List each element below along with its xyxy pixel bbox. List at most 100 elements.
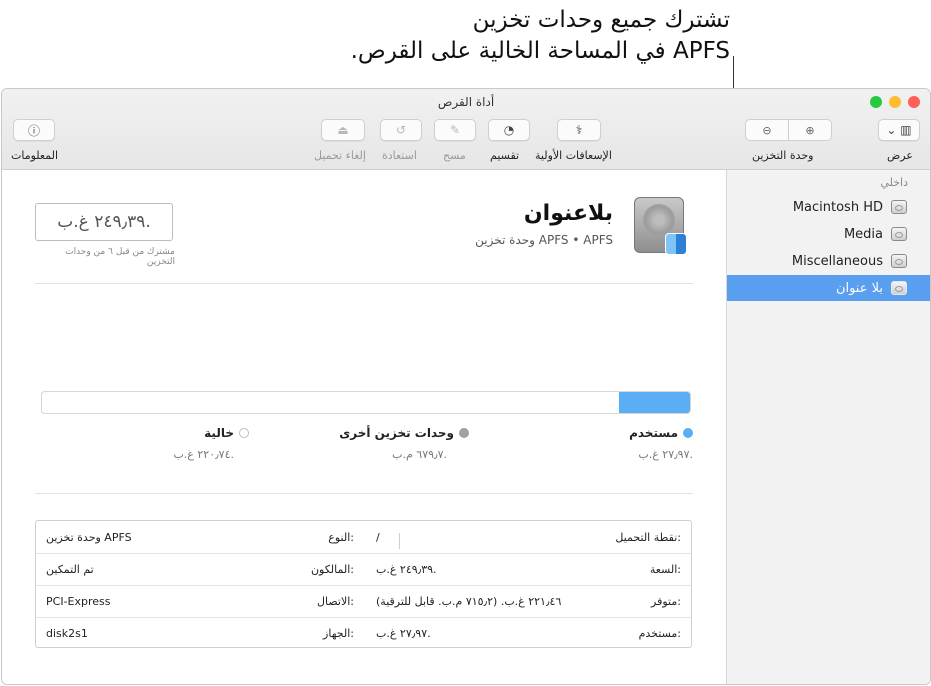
info-key: الاتصال: — [317, 594, 354, 608]
restore-icon: ↺ — [395, 123, 407, 137]
toolbar: أداة القرص ⓘ المعلومات ⏏ إلغاء تحميل ↺ ا… — [2, 89, 930, 170]
sidebar-item-label: Macintosh HD — [792, 199, 883, 215]
eject-icon: ⏏ — [337, 123, 349, 137]
main-content: بلاعنوان وحدة تخزين APFS • APFS ٢٤٩٫٣٩ غ… — [2, 170, 726, 684]
erase-button[interactable]: ✎ — [434, 119, 476, 141]
volume-icon — [891, 281, 907, 295]
legend-other: وحدات تخزين أخرى — [339, 426, 469, 440]
used-dot-icon — [683, 428, 693, 438]
remove-volume-icon[interactable]: ⊖ — [746, 120, 788, 140]
free-dot-icon — [239, 428, 249, 438]
info-row-used: مستخدم: ٢٧٫٩٧ غ.ب. — [366, 617, 691, 649]
traffic-lights — [870, 96, 920, 108]
info-key: مستخدم: — [638, 626, 681, 640]
other-volumes-dot-icon — [459, 428, 469, 438]
volume-icon — [891, 227, 907, 241]
usage-bar-used — [618, 392, 690, 413]
erase-label: مسح — [443, 149, 466, 162]
first-aid-label: الإسعافات الأولية — [535, 149, 612, 162]
volume-segmented-control: ⊖ ⊕ — [745, 119, 832, 141]
finder-badge-icon — [665, 233, 687, 255]
divider — [35, 493, 693, 494]
info-key: النوع: — [328, 530, 354, 544]
row-divider — [36, 585, 691, 586]
sidebar-item-miscellaneous[interactable]: Miscellaneous — [727, 248, 930, 274]
info-key: الجهاز: — [323, 626, 354, 640]
shared-note: مشترك من قبل ٦ من وحدات التخزين — [65, 247, 175, 267]
info-row-type: النوع: وحدة تخزين APFS — [36, 521, 364, 553]
volume-icon — [891, 254, 907, 268]
info-row-mount-point: نقطة التحميل: / — [366, 521, 691, 553]
info-value: / — [376, 530, 380, 544]
window-title: أداة القرص — [437, 95, 495, 109]
sidebar-item-label: Miscellaneous — [791, 253, 883, 269]
info-value: disk2s1 — [46, 626, 88, 640]
restore-button[interactable]: ↺ — [380, 119, 422, 141]
sidebar-toggle-icon: ⌄ ▥ — [886, 123, 912, 137]
info-key: نقطة التحميل: — [615, 530, 681, 544]
legend-other-label: وحدات تخزين أخرى — [339, 426, 454, 440]
legend-used: مستخدم — [629, 426, 693, 440]
sidebar-item-macintosh-hd[interactable]: Macintosh HD — [727, 194, 930, 220]
info-row-device: الجهاز: disk2s1 — [36, 617, 364, 649]
info-row-owners: المالكون: تم التمكين — [36, 553, 364, 585]
info-value: ٢٢١٫٤٦ غ.ب. (٧١٥٫٢ م.ب. قابل للترقية) — [376, 594, 562, 608]
info-value: تم التمكين — [46, 562, 94, 576]
info-value: ٢٧٫٩٧ غ.ب. — [376, 626, 431, 640]
first-aid-button[interactable]: ⚕ — [557, 119, 601, 141]
partition-label: تقسيم — [490, 149, 520, 162]
info-value: وحدة تخزين APFS — [46, 530, 132, 544]
partition-button[interactable]: ◔ — [488, 119, 530, 141]
add-volume-icon[interactable]: ⊕ — [788, 120, 831, 140]
view-menu-button[interactable]: ⌄ ▥ — [878, 119, 920, 141]
info-key: متوفر: — [651, 594, 681, 608]
legend-free-value: ٢٢٠٫٧٤ غ.ب. — [173, 448, 234, 461]
hard-disk-icon — [634, 197, 687, 255]
legend-free: خالية — [204, 426, 249, 440]
sidebar-item-label: Media — [843, 226, 883, 242]
row-divider — [36, 617, 691, 618]
volume-name: بلاعنوان — [523, 201, 613, 226]
legend-free-label: خالية — [204, 426, 234, 440]
legend-used-label: مستخدم — [629, 426, 678, 440]
column-divider — [399, 533, 400, 549]
close-button[interactable] — [908, 96, 920, 108]
info-key: المالكون: — [310, 562, 354, 576]
unmount-button[interactable]: ⏏ — [321, 119, 365, 141]
volume-size: ٢٤٩٫٣٩ غ.ب. — [35, 203, 173, 241]
info-row-available: متوفر: ٢٢١٫٤٦ غ.ب. (٧١٥٫٢ م.ب. قابل للتر… — [366, 585, 691, 617]
partition-icon: ◔ — [503, 123, 515, 137]
volume-label: وحدة التخزين — [752, 149, 814, 162]
view-label: عرض — [887, 149, 913, 162]
info-label: المعلومات — [11, 149, 58, 162]
platter-shape — [643, 204, 675, 236]
callout-line-1: تشترك جميع وحدات تخزين — [472, 7, 730, 33]
sidebar-item-media[interactable]: Media — [727, 221, 930, 247]
erase-icon: ✎ — [449, 123, 461, 137]
info-button[interactable]: ⓘ — [13, 119, 55, 141]
info-value: PCI-Express — [46, 594, 111, 608]
divider — [35, 283, 693, 284]
callout-line-2: APFS في المساحة الخالية على القرص. — [350, 38, 730, 64]
info-key: السعة: — [649, 562, 681, 576]
legend-other-value: ٦٧٩٫٧ م.ب. — [392, 448, 447, 461]
sidebar: داخلي Macintosh HD Media Miscellaneous ب… — [726, 170, 930, 684]
restore-label: استعادة — [382, 149, 417, 162]
disk-utility-window: أداة القرص ⓘ المعلومات ⏏ إلغاء تحميل ↺ ا… — [1, 88, 931, 685]
info-row-connection: الاتصال: PCI-Express — [36, 585, 364, 617]
legend-used-value: ٢٧٫٩٧ غ.ب. — [638, 448, 693, 461]
volume-icon — [891, 200, 907, 214]
info-row-capacity: السعة: ٢٤٩٫٣٩ غ.ب. — [366, 553, 691, 585]
minimize-button[interactable] — [889, 96, 901, 108]
info-value: ٢٤٩٫٣٩ غ.ب. — [376, 562, 437, 576]
stethoscope-icon: ⚕ — [575, 123, 583, 137]
sidebar-header-internal: داخلي — [880, 176, 908, 189]
unmount-label: إلغاء تحميل — [314, 149, 366, 162]
usage-bar — [41, 391, 691, 414]
sidebar-item-untitled[interactable]: بلا عنوان — [727, 275, 930, 301]
sidebar-item-label: بلا عنوان — [835, 280, 883, 296]
row-divider — [36, 553, 691, 554]
info-icon: ⓘ — [27, 123, 40, 138]
zoom-button[interactable] — [870, 96, 882, 108]
info-table: النوع: وحدة تخزين APFS المالكون: تم التم… — [35, 520, 692, 648]
